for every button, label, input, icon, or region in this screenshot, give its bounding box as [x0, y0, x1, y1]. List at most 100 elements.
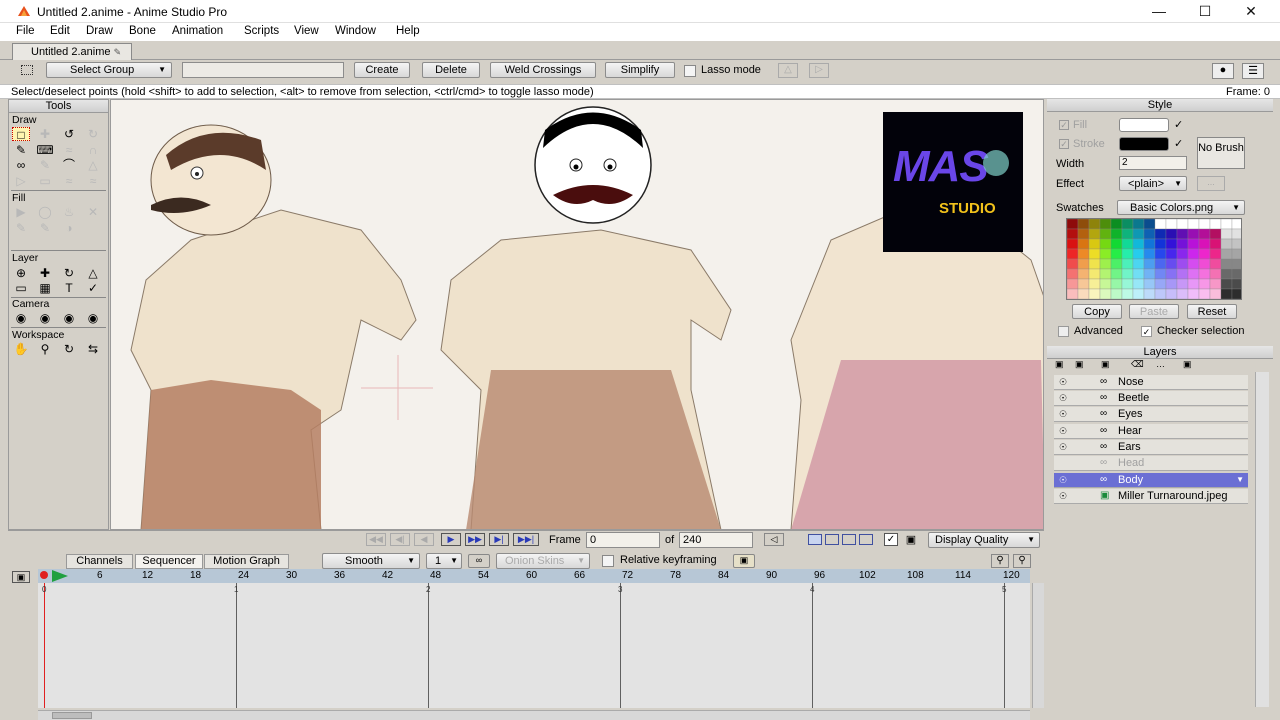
color-swatch[interactable] [1165, 248, 1178, 260]
color-swatch[interactable] [1067, 258, 1079, 270]
color-swatch[interactable] [1220, 219, 1233, 230]
eye-icon[interactable]: ☉ [1056, 393, 1070, 403]
text-tool-icon[interactable]: T [60, 281, 78, 295]
color-swatch[interactable] [1110, 278, 1123, 290]
interpolation-dropdown[interactable]: Smooth ▼ [322, 553, 420, 569]
color-swatch[interactable] [1077, 228, 1090, 240]
color-swatch[interactable] [1176, 238, 1189, 250]
color-swatch[interactable] [1154, 258, 1167, 270]
delete-layer-icon[interactable]: ⌫ [1131, 359, 1144, 370]
color-swatch[interactable] [1099, 228, 1112, 240]
color-swatch[interactable] [1220, 278, 1233, 290]
color-swatch[interactable] [1121, 268, 1134, 280]
color-swatch[interactable] [1088, 248, 1101, 260]
group-name-field[interactable] [182, 62, 344, 78]
color-swatch[interactable] [1187, 219, 1200, 230]
keyframe-step-dropdown[interactable]: 1 ▼ [426, 553, 462, 569]
color-swatch[interactable] [1077, 278, 1090, 290]
flip-horizontal-icon[interactable]: △ [778, 63, 798, 78]
select-group-dropdown[interactable]: Select Group ▼ [46, 62, 172, 78]
layer-comp-icon[interactable]: ▣ [1183, 359, 1192, 370]
color-swatch[interactable] [1231, 248, 1242, 260]
color-swatch[interactable] [1231, 258, 1242, 270]
color-swatch[interactable] [1132, 219, 1145, 230]
color-swatch[interactable] [1121, 228, 1134, 240]
color-swatch[interactable] [1121, 258, 1134, 270]
previous-frame-icon[interactable]: ◀ [414, 533, 434, 546]
color-swatch[interactable] [1176, 268, 1189, 280]
freehand-tool-icon[interactable]: ⌨ [36, 143, 54, 157]
delete-button[interactable]: Delete [422, 62, 480, 78]
menu-edit[interactable]: Edit [50, 25, 70, 37]
color-swatch[interactable] [1231, 228, 1242, 240]
pan-tilt-camera-tool-icon[interactable]: ◉ [84, 311, 102, 325]
noise-tool-icon[interactable]: ≈ [60, 174, 78, 188]
color-swatch[interactable] [1067, 238, 1079, 250]
magnet-tool-icon[interactable]: ∩ [84, 143, 102, 157]
track-camera-tool-icon[interactable]: ◉ [12, 311, 30, 325]
timeline-horizontal-scrollbar[interactable] [38, 710, 1030, 720]
color-swatch[interactable] [1209, 288, 1222, 299]
no-brush-button[interactable]: No Brush [1197, 137, 1245, 169]
color-swatch[interactable] [1209, 219, 1222, 230]
previous-keyframe-icon[interactable]: ◀| [390, 533, 410, 546]
color-swatch[interactable] [1099, 278, 1112, 290]
color-swatch[interactable] [1165, 278, 1178, 290]
color-swatch[interactable] [1198, 268, 1211, 280]
panels-icon[interactable]: ☰ [1242, 63, 1264, 79]
color-swatch[interactable] [1088, 219, 1101, 230]
color-swatch[interactable] [1209, 248, 1222, 260]
color-swatch[interactable] [1154, 238, 1167, 250]
zoom-out-icon[interactable]: ⚲ [991, 554, 1009, 568]
color-swatch[interactable] [1198, 288, 1211, 299]
color-swatch[interactable] [1099, 248, 1112, 260]
color-swatch[interactable] [1154, 278, 1167, 290]
color-swatch[interactable] [1209, 228, 1222, 240]
color-swatch[interactable] [1132, 238, 1145, 250]
menu-animation[interactable]: Animation [172, 25, 223, 37]
eye-icon[interactable]: ☉ [1056, 409, 1070, 419]
color-swatch[interactable] [1143, 288, 1156, 299]
color-swatch[interactable] [1110, 228, 1123, 240]
add-point-tool-icon[interactable]: ✎ [12, 143, 30, 157]
first-frame-icon[interactable]: ◀◀ [366, 533, 386, 546]
translate-points-tool-icon[interactable]: ✚ [36, 127, 54, 141]
color-swatch[interactable] [1165, 219, 1178, 230]
color-swatch[interactable] [1165, 268, 1178, 280]
view-single-icon[interactable] [808, 534, 822, 545]
maximize-button[interactable]: ☐ [1182, 0, 1228, 23]
color-swatch[interactable] [1165, 258, 1178, 270]
eye-icon[interactable]: ☉ [1056, 377, 1070, 387]
lasso-mode-checkbox[interactable] [684, 65, 696, 77]
create-button[interactable]: Create [354, 62, 410, 78]
select-shape-tool-icon[interactable]: ▶ [12, 205, 30, 219]
tab-motion-graph[interactable]: Motion Graph [204, 554, 289, 569]
color-swatch[interactable] [1099, 219, 1112, 230]
color-swatch[interactable] [1187, 248, 1200, 260]
color-swatch[interactable] [1067, 288, 1079, 299]
menu-file[interactable]: File [16, 25, 35, 37]
color-swatch[interactable] [1099, 288, 1112, 299]
delete-shape-tool-icon[interactable]: ✕ [84, 205, 102, 219]
advanced-checkbox[interactable] [1058, 326, 1069, 337]
menu-help[interactable]: Help [396, 25, 420, 37]
perspective-tool-icon[interactable]: △ [84, 158, 102, 172]
timeline-track-area[interactable]: 0 1 2 3 4 5 [38, 583, 1030, 708]
duplicate-layer-icon[interactable]: ▣ [1101, 359, 1110, 370]
stroke-eyedropper-icon[interactable]: ✓ [1174, 137, 1188, 151]
last-frame-icon[interactable]: ▶▶| [513, 533, 539, 546]
paint-bucket-tool-icon[interactable]: ♨ [60, 205, 78, 219]
rotate-workspace-tool-icon[interactable]: ↻ [60, 342, 78, 356]
color-swatch[interactable] [1165, 238, 1178, 250]
layer-row[interactable]: ☉ ∞ Nose [1054, 375, 1248, 390]
scrollbar-thumb[interactable] [52, 712, 92, 719]
color-swatch[interactable] [1077, 219, 1090, 230]
color-swatch[interactable] [1121, 288, 1134, 299]
color-swatch[interactable] [1198, 228, 1211, 240]
color-swatch[interactable] [1231, 219, 1242, 230]
color-swatch[interactable] [1187, 238, 1200, 250]
onion-skins-dropdown[interactable]: Onion Skins ▼ [496, 553, 590, 569]
color-swatch[interactable] [1209, 258, 1222, 270]
effect-dropdown[interactable]: <plain> ▼ [1119, 176, 1187, 191]
color-swatch[interactable] [1143, 228, 1156, 240]
